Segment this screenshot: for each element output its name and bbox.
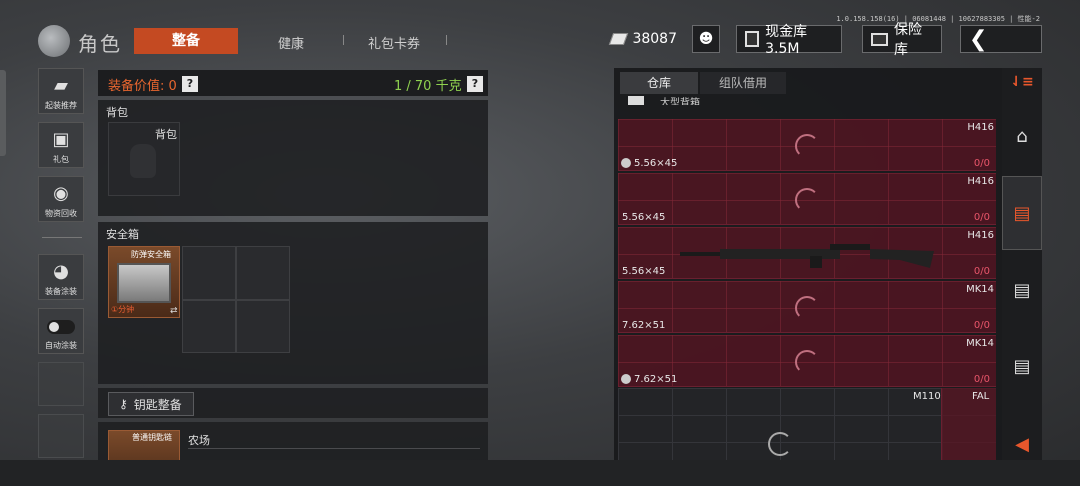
backpack-slot-label: 背包	[155, 128, 177, 141]
tab-team-borrow[interactable]: 组队借用	[700, 72, 786, 94]
safebox-grid-cell[interactable]	[182, 246, 236, 300]
ammo-icon	[621, 158, 631, 168]
back-arrow-icon: ❮	[969, 26, 988, 52]
backpack-silhouette-icon	[130, 144, 156, 178]
key-loadout-label: 钥匙整备	[133, 397, 182, 412]
safebox-item-name: 防弹安全箱	[131, 250, 171, 259]
vault-icon	[745, 31, 760, 47]
weapon-name: H416	[967, 176, 994, 187]
loading-spinner-icon	[795, 350, 819, 374]
sidebar-empty-slot	[38, 414, 84, 458]
safe-icon	[871, 32, 888, 46]
loading-spinner-icon	[795, 188, 819, 212]
storage-box-icon[interactable]: ▤	[1002, 270, 1042, 310]
storage-box-icon[interactable]: ▤	[1002, 346, 1042, 386]
tab-health[interactable]: 健康	[278, 33, 304, 52]
rifle-image-icon	[680, 244, 934, 270]
safe-label: 保险库	[894, 22, 922, 58]
currency-amount: 38087	[632, 31, 677, 47]
sidebar-item-recommend[interactable]: ▰ 起装推荐	[38, 68, 84, 114]
safebox-grid-cell[interactable]	[182, 300, 236, 353]
safebox-grid-cell[interactable]	[236, 300, 290, 353]
safe-button[interactable]: 保险库	[862, 22, 942, 58]
warehouse-tab-icon[interactable]: ▤	[1002, 176, 1042, 250]
agent-button[interactable]: ☻	[692, 25, 720, 53]
ammo-type: 7.62×51	[634, 374, 678, 385]
key-loadout-button[interactable]: ⚷ 钥匙整备	[108, 392, 194, 416]
sort-icon[interactable]: ⇃≡	[1002, 62, 1042, 102]
cash-vault-button[interactable]: 现金库 3.5M	[736, 24, 842, 57]
sidebar-item-skin[interactable]: ◕ 装备涂装	[38, 254, 84, 300]
agent-icon: ☻	[698, 31, 714, 47]
container-icon	[628, 96, 644, 105]
weapon-name-m110: M110	[913, 391, 941, 402]
ammo-type: 5.56×45	[634, 158, 678, 169]
recycle-icon: ◉	[53, 183, 69, 204]
sidebar-item-auto-skin[interactable]: 自动涂装	[38, 308, 84, 354]
key-icon: ⚷	[119, 397, 128, 411]
gift-icon: ▣	[52, 129, 70, 150]
ammo-icon	[621, 374, 631, 384]
ammo-type: 5.56×45	[622, 266, 666, 277]
weapon-name: MK14	[966, 284, 994, 295]
keychain-label: 普通钥匙链	[132, 433, 172, 442]
backpack-section-label: 背包	[106, 106, 128, 119]
ammo-count: 0/0	[973, 158, 990, 169]
tab-loadout[interactable]: 整备	[134, 28, 238, 54]
sidebar-divider	[42, 237, 82, 238]
tab-warehouse[interactable]: 仓库	[620, 72, 698, 94]
sidebar-item-recycle[interactable]: ◉ 物资回收	[38, 176, 84, 222]
weapon-name-fal: FAL	[972, 391, 990, 402]
ammo-count: 0/0	[973, 266, 990, 277]
ammo-count: 0/0	[973, 320, 990, 331]
ammo-count: 0/0	[973, 374, 990, 385]
sidebar-item-gift[interactable]: ▣ 礼包	[38, 122, 84, 168]
sidebar-empty-slot	[38, 362, 84, 406]
version-text: 1.0.158.158(16) | 06081448 | 10627883305…	[836, 15, 1040, 23]
auto-skin-toggle[interactable]	[47, 320, 75, 334]
tab-divider	[446, 35, 447, 45]
safebox-grid-cell[interactable]	[236, 246, 290, 300]
safebox-item-time: ①分钟	[111, 305, 135, 314]
weapon-name: H416	[967, 230, 994, 241]
collapse-icon[interactable]: ◀	[1002, 424, 1042, 464]
safebox-section-label: 安全箱	[106, 228, 139, 241]
currency-display: 38087	[603, 25, 685, 53]
help-icon[interactable]: ?	[182, 76, 198, 92]
bottom-bar	[0, 460, 1080, 486]
back-button[interactable]: ❮	[960, 25, 1042, 53]
loading-spinner-icon	[795, 296, 819, 320]
page-title: 角色	[78, 32, 122, 56]
tab-gift-coupons[interactable]: 礼包卡券	[368, 33, 420, 52]
help-icon[interactable]: ?	[467, 76, 483, 92]
ammo-count: 0/0	[973, 212, 990, 223]
farm-divider	[188, 448, 480, 449]
character-logo-icon	[38, 25, 70, 57]
banknote-icon	[608, 33, 629, 45]
gun-icon: ▰	[54, 75, 68, 96]
tab-divider	[343, 35, 344, 45]
equip-value: 装备价值: 0	[108, 79, 177, 94]
home-icon[interactable]: ⌂	[1002, 116, 1042, 156]
loading-spinner-icon	[768, 432, 792, 456]
safebox-image-icon	[117, 263, 171, 303]
drawer-handle[interactable]	[0, 70, 6, 156]
weight-display: 1 / 70 千克	[394, 79, 462, 94]
partial-label: 大型背箱	[660, 98, 700, 105]
cash-vault-label: 现金库 3.5M	[765, 24, 808, 57]
weapon-name: H416	[967, 122, 994, 133]
ammo-type: 7.62×51	[622, 320, 666, 331]
loading-spinner-icon	[795, 134, 819, 158]
farm-label: 农场	[188, 434, 210, 447]
weapon-name: MK14	[966, 338, 994, 349]
helmet-icon: ◕	[53, 261, 69, 282]
swap-icon[interactable]: ⇄	[170, 306, 178, 316]
ammo-type: 5.56×45	[622, 212, 666, 223]
